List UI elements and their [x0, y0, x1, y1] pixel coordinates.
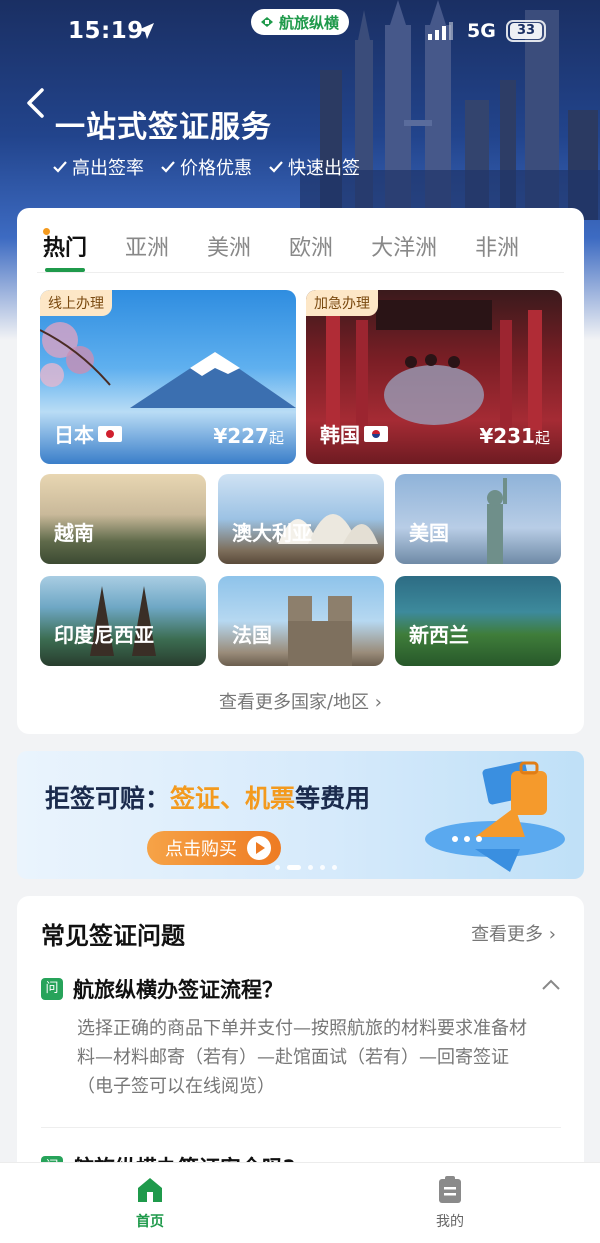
feature-label: 快速出签 — [288, 158, 360, 179]
carousel-dot[interactable] — [308, 865, 313, 870]
banner-highlight-visa: 签证 — [170, 784, 221, 813]
destination-name: 韩国 — [320, 419, 388, 448]
refund-promo-banner[interactable]: 拒签可赔：签证、机票等费用 点击购买 — [17, 751, 584, 879]
destination-label: 澳大利亚 — [232, 521, 312, 545]
destination-label: 新西兰 — [409, 623, 469, 647]
more-countries-link[interactable]: 查看更多国家/地区 › — [17, 688, 584, 714]
back-arrow-icon[interactable] — [22, 86, 50, 120]
destination-tile-france[interactable]: 法国 — [218, 576, 384, 666]
buy-now-button[interactable]: 点击购买 — [147, 831, 281, 865]
location-arrow-icon — [138, 23, 154, 39]
question-badge: 问 — [41, 978, 63, 1000]
home-icon — [138, 1178, 162, 1202]
japan-flag-icon — [98, 425, 122, 442]
tab-europe[interactable]: 欧洲 — [289, 230, 333, 262]
carousel-dot[interactable] — [320, 865, 325, 870]
more-countries-label: 查看更多国家/地区 — [218, 692, 370, 713]
status-bar: 15:19 航旅纵横 5G 33 — [0, 0, 600, 64]
badge-express: 加急办理 — [306, 290, 378, 316]
tab-americas[interactable]: 美洲 — [207, 230, 251, 262]
buy-now-label: 点击购买 — [165, 839, 237, 860]
banner-highlight-ticket: 机票 — [245, 784, 296, 813]
destination-tile-australia[interactable]: 澳大利亚 — [218, 474, 384, 564]
destination-card: 热门 亚洲 美洲 欧洲 大洋洲 非洲 线上办理 日本 ¥227起 加急办理 韩国… — [17, 208, 584, 734]
bottom-nav: 首页 我的 — [0, 1162, 600, 1243]
destination-label: 美国 — [409, 521, 449, 545]
nav-mine[interactable]: 我的 — [390, 1175, 510, 1231]
feature-item: 价格优惠 — [160, 154, 252, 180]
chevron-up-icon[interactable] — [540, 976, 562, 992]
banner-separator: 、 — [220, 784, 246, 813]
price-value: ¥227 — [213, 424, 269, 448]
faq-question-text: 航旅纵横办签证流程？ — [73, 978, 283, 1002]
region-tabs: 热门 亚洲 美洲 欧洲 大洋洲 非洲 — [43, 230, 557, 262]
carousel-dot[interactable] — [275, 865, 280, 870]
brand-name: 航旅纵横 — [279, 13, 340, 32]
price-value: ¥231 — [479, 424, 535, 448]
destination-label: 日本 — [54, 423, 94, 447]
destination-tile-indonesia[interactable]: 印度尼西亚 — [40, 576, 206, 666]
carousel-dot-active[interactable] — [287, 865, 301, 870]
tab-africa[interactable]: 非洲 — [475, 230, 519, 262]
badge-online: 线上办理 — [40, 290, 112, 316]
korea-flag-icon — [364, 425, 388, 442]
play-icon — [247, 836, 271, 860]
faq-question[interactable]: 问 航旅纵横办签证流程？ — [41, 974, 283, 1004]
brand-pill: 航旅纵横 — [251, 9, 350, 35]
destination-label: 韩国 — [320, 423, 360, 447]
faq-more-label: 查看更多 — [471, 924, 544, 945]
faq-answer: 选择正确的商品下单并支付—按照航旅的材料要求准备材料—材料邮寄（若有）—赴馆面试… — [77, 1018, 527, 1097]
destination-name: 日本 — [54, 419, 122, 448]
nav-home[interactable]: 首页 — [90, 1175, 210, 1231]
brand-logo-icon — [261, 17, 273, 27]
banner-suffix: 等费用 — [295, 784, 371, 813]
price-suffix: 起 — [268, 429, 284, 447]
destination-label: 越南 — [54, 521, 94, 545]
faq-more-link[interactable]: 查看更多 › — [471, 920, 556, 946]
destination-price: ¥231起 — [479, 424, 550, 448]
airplane-luggage-icon — [425, 761, 565, 872]
feature-item: 高出签率 — [52, 154, 144, 180]
signal-icon — [428, 22, 453, 40]
tab-hot-dot — [43, 228, 50, 235]
chevron-right-icon: › — [374, 692, 382, 713]
feature-label: 价格优惠 — [180, 158, 252, 179]
destination-price: ¥227起 — [213, 424, 284, 448]
network-type: 5G — [467, 20, 496, 42]
check-icon — [53, 161, 67, 173]
check-icon — [161, 161, 175, 173]
destination-tile-new-zealand[interactable]: 新西兰 — [395, 576, 561, 666]
tab-hot[interactable]: 热门 — [43, 230, 87, 262]
tab-asia[interactable]: 亚洲 — [125, 230, 169, 262]
price-suffix: 起 — [534, 429, 550, 447]
nav-mine-label: 我的 — [436, 1214, 464, 1230]
tab-oceania[interactable]: 大洋洲 — [371, 230, 437, 262]
destination-label: 印度尼西亚 — [54, 623, 154, 647]
tab-divider — [37, 272, 564, 273]
carousel-indicator — [275, 865, 337, 870]
carousel-dot[interactable] — [332, 865, 337, 870]
chevron-right-icon: › — [548, 924, 556, 945]
page-title: 一站式签证服务 — [55, 110, 272, 145]
battery-icon: 33 — [506, 20, 546, 42]
nav-home-label: 首页 — [136, 1214, 164, 1230]
status-time: 15:19 — [68, 18, 144, 44]
battery-level: 33 — [510, 23, 542, 39]
banner-prefix: 拒签可赔： — [45, 784, 171, 813]
feature-item: 快速出签 — [268, 154, 360, 180]
destination-tile-usa[interactable]: 美国 — [395, 474, 561, 564]
check-icon — [269, 161, 283, 173]
destination-label: 法国 — [232, 623, 272, 647]
feature-list: 高出签率 价格优惠 快速出签 — [52, 154, 360, 180]
faq-title: 常见签证问题 — [41, 922, 185, 950]
clipboard-icon — [439, 1176, 461, 1203]
faq-card: 常见签证问题 查看更多 › 问 航旅纵横办签证流程？ 选择正确的商品下单并支付—… — [17, 896, 584, 1196]
feature-label: 高出签率 — [72, 158, 144, 179]
banner-headline: 拒签可赔：签证、机票等费用 — [45, 779, 370, 815]
destination-tile-vietnam[interactable]: 越南 — [40, 474, 206, 564]
destination-tile-korea[interactable]: 加急办理 韩国 ¥231起 — [306, 290, 562, 464]
destination-tile-japan[interactable]: 线上办理 日本 ¥227起 — [40, 290, 296, 464]
faq-divider — [41, 1127, 561, 1128]
